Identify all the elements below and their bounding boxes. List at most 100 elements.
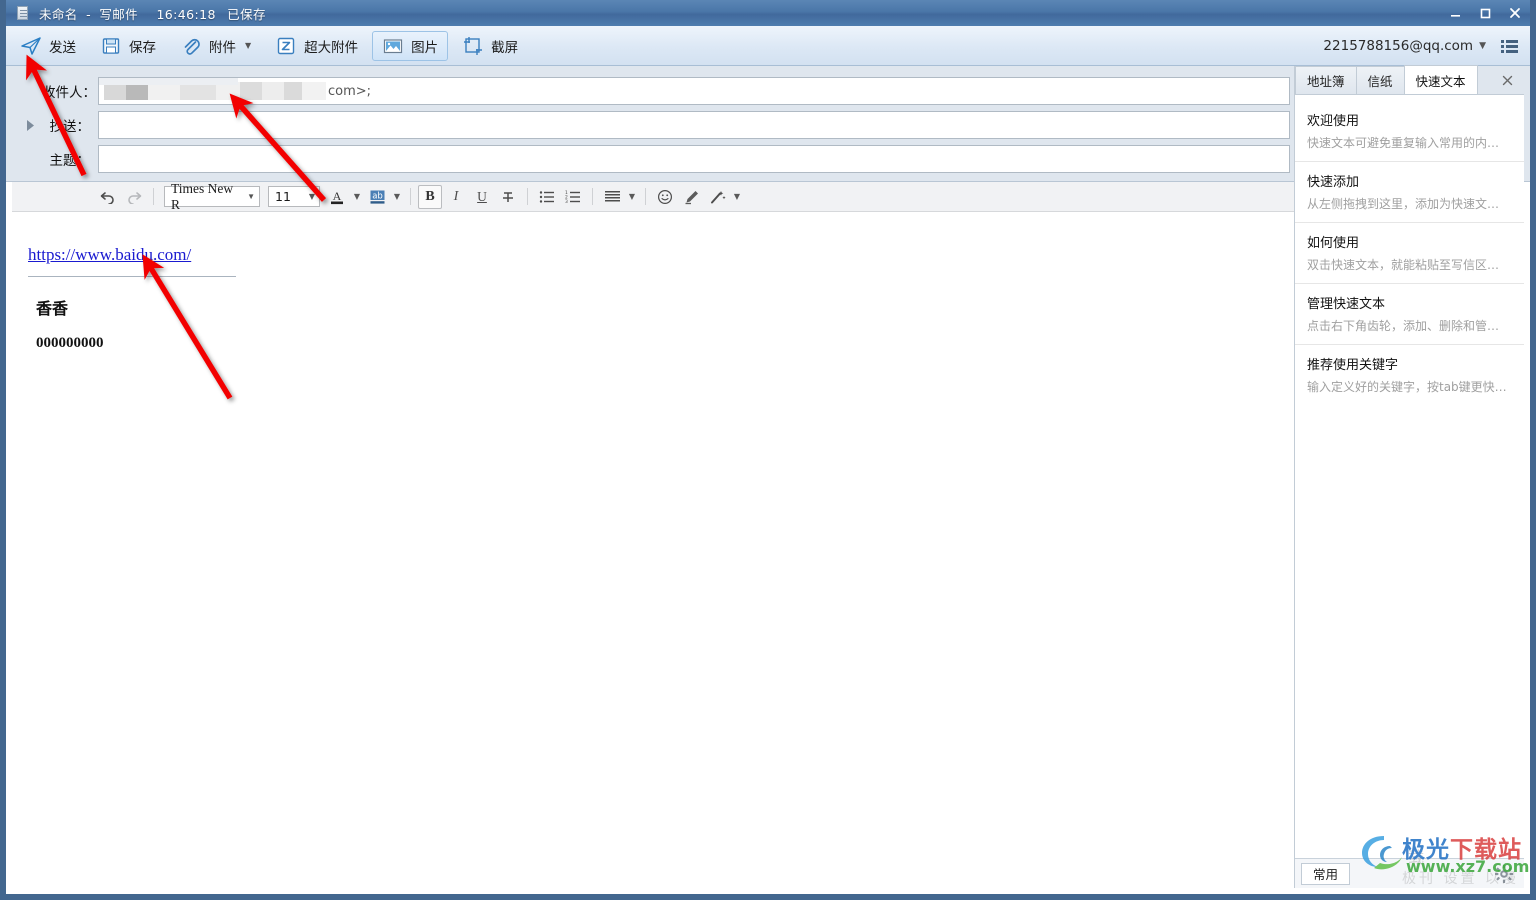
highlight-color-icon[interactable]: ab — [365, 185, 389, 209]
screenshot-button[interactable]: 截屏 — [452, 31, 528, 61]
body-link[interactable]: https://www.baidu.com/ — [28, 245, 191, 264]
bulleted-list-icon[interactable] — [535, 185, 559, 209]
list-item-title: 推荐使用关键字 — [1307, 358, 1399, 373]
tab-address-book-label: 地址簿 — [1307, 74, 1345, 89]
magic-chevron-down-icon[interactable]: ▼ — [731, 192, 743, 201]
right-panel-footer: 常用 — [1295, 858, 1524, 888]
title-separator: - — [86, 6, 91, 22]
picture-button-label: 图片 — [411, 39, 439, 56]
recipient-redaction-top — [99, 78, 238, 85]
picture-icon — [382, 35, 404, 57]
close-icon[interactable] — [1500, 0, 1530, 26]
numbered-list-icon[interactable]: 1 2 3 — [561, 185, 585, 209]
text-color-icon[interactable]: A — [325, 185, 349, 209]
list-menu-icon[interactable] — [1492, 39, 1526, 53]
list-item[interactable]: 管理快速文本 点击右下角齿轮，添加、删除和管… — [1295, 284, 1524, 345]
undo-icon[interactable] — [96, 185, 120, 209]
strikethrough-button[interactable] — [496, 185, 520, 209]
gear-icon[interactable] — [1494, 864, 1514, 884]
bold-label: B — [425, 188, 435, 204]
right-panel-tabs: 地址簿 信纸 快速文本 — [1295, 65, 1524, 95]
window-controls — [1440, 0, 1530, 26]
list-item[interactable]: 快速添加 从左侧拖拽到这里，添加为快速文… — [1295, 162, 1524, 223]
mail-body-editor[interactable]: https://www.baidu.com/ 香香 000000000 — [12, 213, 1294, 888]
big-attachment-button[interactable]: 超大附件 — [265, 31, 368, 61]
emoji-icon[interactable] — [653, 185, 677, 209]
triangle-right-icon — [27, 119, 34, 131]
toolbar-divider — [410, 188, 411, 205]
toolbar-divider — [153, 188, 154, 205]
chevron-down-icon[interactable]: ▼ — [1479, 41, 1486, 51]
footer-tab-common-label: 常用 — [1313, 867, 1339, 882]
chevron-down-icon[interactable]: ▼ — [304, 192, 315, 201]
floppy-disk-icon — [100, 35, 122, 57]
send-button-label: 发送 — [49, 39, 76, 56]
window-title: 未命名 - 写邮件 16:46:18 已保存 — [39, 4, 266, 23]
font-size-select[interactable]: 11 ▼ — [268, 186, 320, 207]
highlight-color-chevron-down-icon[interactable]: ▼ — [391, 192, 403, 201]
screenshot-icon — [462, 35, 484, 57]
chevron-down-icon[interactable]: ▼ — [242, 192, 255, 201]
clear-format-icon[interactable] — [679, 185, 703, 209]
save-button[interactable]: 保存 — [90, 31, 166, 61]
toolbar-divider — [645, 188, 646, 205]
magic-wand-icon[interactable] — [705, 185, 729, 209]
subject-input[interactable] — [98, 145, 1290, 173]
account-selector[interactable]: 2215788156@qq.com ▼ — [1323, 38, 1492, 54]
font-family-select[interactable]: Times New R ▼ — [164, 181, 260, 212]
close-panel-icon[interactable] — [1490, 66, 1524, 94]
tab-stationery-label: 信纸 — [1367, 74, 1393, 89]
list-item-desc: 双击快速文本，就能粘贴至写信区… — [1307, 258, 1500, 272]
list-item-desc: 从左侧拖拽到这里，添加为快速文… — [1307, 197, 1500, 211]
underline-button[interactable]: U — [470, 185, 494, 209]
list-item-desc: 点击右下角齿轮，添加、删除和管… — [1307, 319, 1500, 333]
toolbar-divider — [527, 188, 528, 205]
recipient-visible-tail: com>; — [328, 83, 372, 99]
list-item[interactable]: 推荐使用关键字 输入定义好的关键字，按tab键更快… — [1295, 345, 1524, 405]
tab-stationery[interactable]: 信纸 — [1355, 66, 1405, 94]
list-item-title: 管理快速文本 — [1307, 297, 1386, 312]
cc-expander[interactable] — [26, 119, 42, 131]
list-item[interactable]: 如何使用 双击快速文本，就能粘贴至写信区… — [1295, 223, 1524, 284]
signature-name: 香香 — [36, 301, 69, 318]
bold-button[interactable]: B — [418, 184, 442, 209]
cc-input[interactable] — [98, 111, 1290, 139]
subject-label: 主题： — [49, 153, 91, 169]
tab-quick-text[interactable]: 快速文本 — [1403, 65, 1478, 94]
recipient-input[interactable]: com>; — [98, 77, 1290, 105]
footer-tab-common[interactable]: 常用 — [1301, 862, 1351, 885]
big-attachment-button-label: 超大附件 — [304, 39, 359, 56]
main-toolbar: 发送 保存 附件 ▼ 超大附件 图片 截屏 2215788156@qq.com … — [6, 26, 1530, 66]
list-item-desc: 输入定义好的关键字，按tab键更快… — [1307, 380, 1507, 394]
signature-divider — [28, 276, 236, 277]
attachment-button-label: 附件 — [209, 39, 236, 56]
save-button-label: 保存 — [129, 39, 156, 56]
list-item-title: 如何使用 — [1307, 236, 1360, 251]
tab-quick-text-label: 快速文本 — [1415, 73, 1466, 89]
cc-label: 抄送： — [49, 119, 91, 135]
text-color-chevron-down-icon[interactable]: ▼ — [351, 192, 363, 201]
maximize-icon[interactable] — [1470, 0, 1500, 26]
minimize-icon[interactable] — [1440, 0, 1470, 26]
italic-button[interactable]: I — [444, 185, 468, 209]
chevron-down-icon[interactable]: ▼ — [245, 41, 251, 50]
title-bar[interactable]: 未命名 - 写邮件 16:46:18 已保存 — [6, 0, 1530, 26]
list-item[interactable]: 欢迎使用 快速文本可避免重复输入常用的内… — [1295, 101, 1524, 162]
send-button[interactable]: 发送 — [10, 31, 86, 61]
font-size-value: 11 — [275, 189, 291, 204]
compose-mail-window: 未命名 - 写邮件 16:46:18 已保存 发送 保存 附件 ▼ 超大附件 图… — [0, 0, 1536, 900]
align-left-icon[interactable] — [600, 185, 624, 209]
tab-address-book[interactable]: 地址簿 — [1295, 66, 1357, 94]
list-item-title: 欢迎使用 — [1307, 114, 1360, 129]
list-item-title: 快速添加 — [1307, 175, 1360, 190]
right-side-panel: 地址簿 信纸 快速文本 欢迎使用 快速文本可避免重复输入常用的内… 快速添加 从… — [1294, 65, 1524, 888]
app-icon — [15, 5, 31, 21]
screenshot-button-label: 截屏 — [491, 39, 519, 56]
paperclip-icon — [180, 35, 202, 57]
attachment-button[interactable]: 附件 ▼ — [170, 31, 261, 61]
redo-icon[interactable] — [122, 185, 146, 209]
recipient-label: 收件人： — [42, 85, 96, 101]
title-save-time: 16:46:18 — [156, 6, 216, 22]
picture-button[interactable]: 图片 — [372, 30, 449, 61]
align-chevron-down-icon[interactable]: ▼ — [626, 192, 638, 201]
